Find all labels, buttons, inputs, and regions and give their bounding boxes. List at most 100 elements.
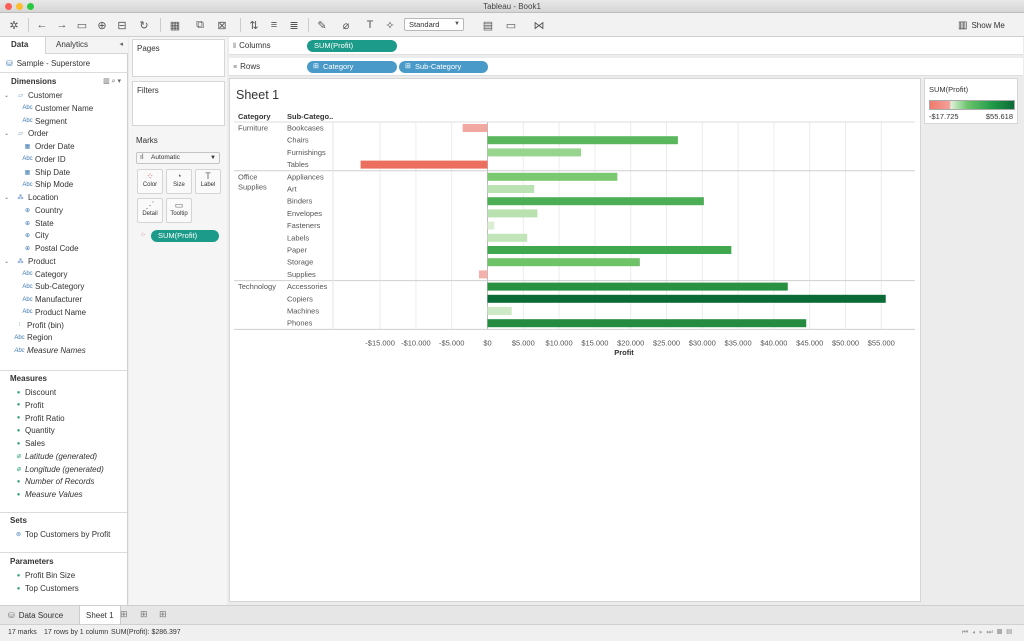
new-worksheet-icon[interactable]: ▦ (167, 17, 183, 33)
pages-card[interactable]: Pages (132, 39, 225, 77)
measure-item[interactable]: ● Measure Values (12, 490, 83, 499)
swap-rows-columns-icon[interactable]: ⇅ (246, 17, 262, 33)
dimension-item[interactable]: Abc Sub-Category (20, 282, 84, 291)
dimensions-tools-icon[interactable]: ▥ ⌕ ▾ (103, 77, 121, 86)
chevron-down-icon[interactable]: ⌄ (4, 194, 13, 201)
rows-pill-category[interactable]: ⊞ Category (307, 61, 397, 73)
tooltip-button[interactable]: ▭ Tooltip (166, 198, 192, 223)
new-datasource-icon[interactable]: ⊕ (94, 17, 110, 33)
profit-bar-chart: Sheet 1 Category Sub-Catego.. Bookcases C… (234, 88, 915, 357)
subcategory-label: Binders (287, 197, 313, 206)
refresh-icon[interactable]: ↻ (136, 17, 152, 33)
new-story-icon[interactable]: ⊞ (159, 609, 167, 620)
chevron-down-icon[interactable]: ⌄ (4, 130, 13, 137)
sheet1-tab[interactable]: Sheet 1 (79, 606, 121, 625)
dimension-item[interactable]: ▦ Ship Date (20, 168, 70, 177)
sort-descending-icon[interactable]: ≣ (286, 17, 302, 33)
collapse-icon[interactable]: ◂ (119, 40, 123, 48)
parameter-item[interactable]: ● Profit Bin Size (12, 571, 76, 580)
tab-analytics[interactable]: Analytics (56, 40, 88, 49)
redo-icon[interactable]: → (54, 17, 70, 33)
measure-item[interactable]: ● Profit (12, 401, 44, 410)
dimension-item[interactable]: Abc Category (20, 270, 67, 279)
dimension-item[interactable]: ⌄ ⁂ Location (4, 193, 58, 202)
chevron-down-icon[interactable]: ⌄ (4, 92, 13, 99)
data-source-tab[interactable]: ⛁ Data Source (2, 609, 69, 622)
profit-bar (487, 307, 512, 315)
presentation-mode-icon[interactable]: ▭ (503, 17, 519, 33)
dimension-item[interactable]: ⌄ ⁂ Product (4, 257, 56, 266)
fit-select[interactable]: Standard ▼ (404, 18, 464, 31)
chevron-down-icon[interactable]: ⌄ (4, 258, 13, 265)
dimension-item[interactable]: ⌄ ▱ Order (4, 129, 48, 138)
measure-item[interactable]: ● Discount (12, 388, 56, 397)
marks-profit-pill[interactable]: SUM(Profit) (151, 230, 219, 242)
dimension-item[interactable]: Abc Region (12, 333, 52, 342)
undo-icon[interactable]: ← (34, 17, 50, 33)
show-mark-labels-icon[interactable]: T (362, 17, 378, 33)
filters-title: Filters (137, 86, 159, 95)
dimension-item[interactable]: ⊕ State (20, 219, 54, 228)
columns-shelf[interactable]: ⦀ Columns SUM(Profit) (229, 37, 1023, 55)
save-icon[interactable]: ▭ (74, 17, 90, 33)
columns-pill[interactable]: SUM(Profit) (307, 40, 397, 52)
label-button[interactable]: T Label (195, 169, 221, 194)
sort-ascending-icon[interactable]: ≡ (266, 17, 282, 33)
abc-icon: Abc (22, 296, 33, 303)
abc-icon: Abc (14, 347, 25, 354)
cards-column: Pages Filters Marks ıl Automatic ▼ ⁘ Col… (129, 37, 227, 605)
measure-icon: ● (16, 440, 21, 447)
mark-type-select[interactable]: ıl Automatic ▼ (136, 152, 220, 164)
set-item[interactable]: ⊚ Top Customers by Profit (12, 530, 110, 539)
toolbar: ✲ ← → ▭ ⊕ ⊟ ↻ ▦ ⧉ ⊠ ⇅ ≡ ≣ ✎ ⌀ T ✧ Standa… (0, 13, 1024, 37)
show-me-button[interactable]: ▥ Show Me (958, 18, 1005, 32)
tab-data[interactable]: Data (11, 40, 28, 49)
datasource-item[interactable]: ⛁ Sample - Superstore (6, 59, 90, 68)
dimension-item[interactable]: Abc Customer Name (20, 104, 93, 113)
clear-sheet-icon[interactable]: ⊠ (214, 17, 230, 33)
parameter-item[interactable]: ● Top Customers (12, 584, 79, 593)
dimension-item[interactable]: Abc Manufacturer (20, 295, 82, 304)
pause-updates-icon[interactable]: ⊟ (114, 17, 130, 33)
measure-item[interactable]: ⊕ Latitude (generated) (12, 452, 97, 461)
sets-header: Sets (10, 516, 27, 525)
profit-bar (487, 294, 886, 303)
dimension-item[interactable]: ▦ Order Date (20, 142, 75, 151)
fix-axes-icon[interactable]: ✧ (382, 17, 398, 33)
filters-card[interactable]: Filters (132, 81, 225, 126)
dimension-item[interactable]: Abc Segment (20, 117, 67, 126)
measure-item[interactable]: ● Quantity (12, 426, 55, 435)
group-members-icon[interactable]: ⌀ (338, 17, 354, 33)
show-cards-icon[interactable]: ▤ (480, 17, 496, 33)
color-legend[interactable]: SUM(Profit) -$17.725 $55.618 (924, 78, 1018, 124)
dimension-item[interactable]: Abc Ship Mode (20, 180, 73, 189)
worksheet-view[interactable]: Sheet 1 Category Sub-Catego.. Bookcases C… (229, 78, 921, 602)
measure-item[interactable]: ● Profit Ratio (12, 414, 65, 423)
dimension-label: Product (28, 256, 56, 266)
rows-pill-subcategory[interactable]: ⊞ Sub-Category (399, 61, 488, 73)
duplicate-sheet-icon[interactable]: ⧉ (192, 17, 208, 33)
highlight-icon[interactable]: ✎ (314, 17, 330, 33)
size-button[interactable]: ◔ Size (166, 169, 192, 194)
share-icon[interactable]: ⋈ (531, 17, 547, 33)
new-worksheet-icon[interactable]: ⊞ (120, 609, 128, 620)
dimension-item[interactable]: ⊕ Postal Code (20, 244, 79, 253)
measure-item[interactable]: ● Sales (12, 439, 45, 448)
measure-item[interactable]: ⊕ Longitude (generated) (12, 465, 104, 474)
detail-button[interactable]: ⋰ Detail (137, 198, 163, 223)
tableau-logo-icon[interactable]: ✲ (6, 17, 22, 33)
dimension-item[interactable]: Abc Order ID (20, 155, 65, 164)
dimension-item[interactable]: ⊕ City (20, 231, 49, 240)
measure-item[interactable]: ● Number of Records (12, 477, 95, 486)
dimension-item[interactable]: ⌄ ▱ Customer (4, 91, 63, 100)
color-button[interactable]: ⁘ Color (137, 169, 163, 194)
rows-shelf[interactable]: ≡ Rows ⊞ Category ⊞ Sub-Category (229, 58, 1023, 76)
geo-icon: ⊕ (24, 246, 31, 252)
new-dashboard-icon[interactable]: ⊞ (140, 609, 148, 620)
dimension-item[interactable]: ⊕ Country (20, 206, 63, 215)
dimension-item[interactable]: ⫶ Profit (bin) (12, 321, 64, 330)
status-sum: SUM(Profit): $286.397 (111, 629, 181, 636)
dimension-item[interactable]: Abc Measure Names (12, 346, 85, 355)
dimension-item[interactable]: Abc Product Name (20, 308, 86, 317)
sheet-nav-icons[interactable]: ⏮◂▸⏭▦▤ (962, 629, 1016, 637)
